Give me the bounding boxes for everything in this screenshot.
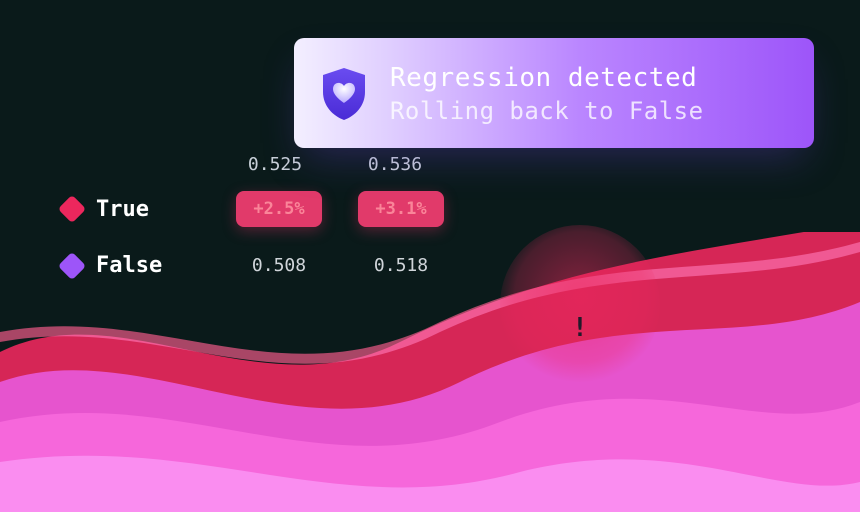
comparison-grid: 0.525 0.536 True +2.5% +3.1% False 0.508…: [62, 154, 444, 304]
row-false: False 0.508 0.518: [62, 253, 444, 278]
row-false-label: False: [96, 253, 216, 278]
column-headers: 0.525 0.536: [232, 154, 444, 175]
alert-exclamation-icon: !: [500, 313, 660, 343]
column-header-1: 0.525: [232, 154, 318, 175]
column-header-2: 0.536: [352, 154, 438, 175]
true-delta-1: +2.5%: [236, 191, 322, 227]
shield-heart-icon: [318, 65, 370, 123]
false-swatch-icon: [58, 251, 86, 279]
true-swatch-icon: [58, 195, 86, 223]
false-value-2: 0.518: [358, 255, 444, 276]
false-value-1: 0.508: [236, 255, 322, 276]
row-true: True +2.5% +3.1%: [62, 191, 444, 227]
true-delta-2: +3.1%: [358, 191, 444, 227]
row-true-label: True: [96, 197, 216, 222]
notification-title: Regression detected: [390, 63, 704, 93]
notification-subtitle: Rolling back to False: [390, 97, 704, 125]
regression-notification[interactable]: Regression detected Rolling back to Fals…: [294, 38, 814, 148]
regression-alert-bubble: !: [500, 225, 660, 385]
